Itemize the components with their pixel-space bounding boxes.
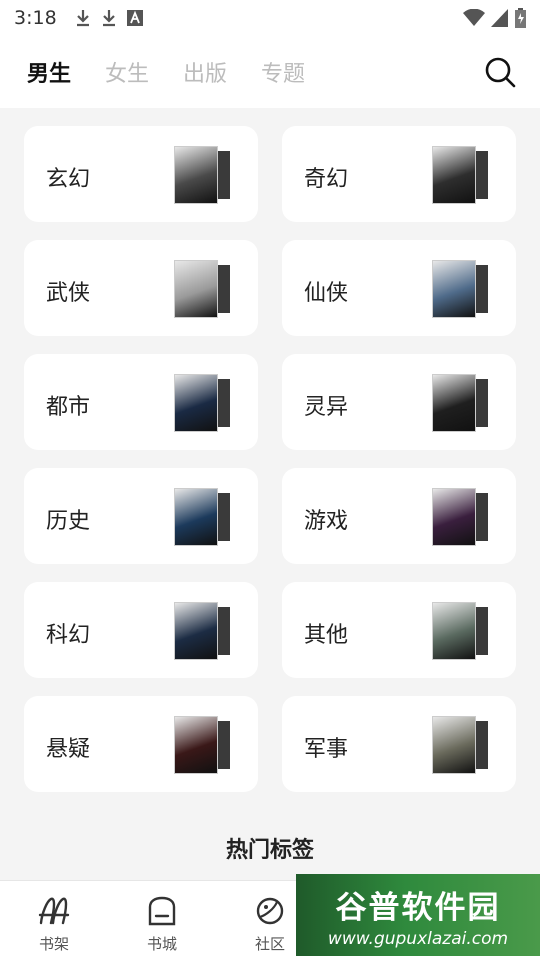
category-card[interactable]: 历史	[24, 468, 258, 564]
a-text-icon	[126, 10, 143, 26]
category-card[interactable]: 游戏	[282, 468, 516, 564]
category-label: 灵异	[304, 395, 349, 420]
category-grid: 玄幻 奇幻武侠 仙侠都市 灵异历史 游戏科幻 其他悬疑 军事	[24, 126, 516, 792]
tab-publish[interactable]: 出版	[183, 56, 227, 88]
category-label: 悬疑	[46, 737, 91, 762]
book-cover-image	[432, 260, 476, 318]
signal-icon	[491, 9, 508, 27]
book-cover-stack	[432, 146, 488, 204]
nav-community-label: 社区	[254, 935, 285, 953]
battery-icon	[515, 8, 526, 28]
category-card[interactable]: 科幻	[24, 582, 258, 678]
book-cover-stack	[174, 602, 230, 660]
bookshelf-icon	[38, 897, 70, 925]
book-cover-back	[216, 607, 230, 655]
watermark-title: 谷普软件园	[335, 889, 501, 926]
top-tab-bar: 男生 女生 出版 专题	[0, 36, 540, 108]
book-cover-image	[432, 716, 476, 774]
book-cover-back	[216, 493, 230, 541]
book-cover-image	[174, 260, 218, 318]
book-cover-stack	[432, 488, 488, 546]
category-card[interactable]: 奇幻	[282, 126, 516, 222]
nav-bookstore[interactable]: 书城	[108, 881, 216, 960]
book-cover-image	[174, 146, 218, 204]
category-card[interactable]: 悬疑	[24, 696, 258, 792]
watermark-url: www.gupuxlazai.com	[327, 928, 509, 949]
category-label: 游戏	[304, 509, 349, 534]
system-icons	[463, 8, 526, 28]
status-bar: 3:18	[0, 0, 540, 36]
tab-male[interactable]: 男生	[27, 56, 71, 88]
site-watermark: 谷普软件园 www.gupuxlazai.com	[296, 874, 540, 956]
book-cover-image	[432, 374, 476, 432]
book-cover-image	[174, 374, 218, 432]
book-cover-stack	[174, 260, 230, 318]
category-card[interactable]: 灵异	[282, 354, 516, 450]
book-cover-back	[474, 721, 488, 769]
download-icon	[102, 10, 115, 27]
category-card[interactable]: 玄幻	[24, 126, 258, 222]
category-label: 科幻	[46, 623, 91, 648]
book-cover-back	[216, 265, 230, 313]
book-cover-image	[174, 488, 218, 546]
category-label: 军事	[304, 737, 349, 762]
book-cover-back	[216, 721, 230, 769]
book-cover-back	[216, 379, 230, 427]
nav-bookstore-label: 书城	[146, 935, 177, 953]
book-cover-back	[474, 607, 488, 655]
notification-icons	[75, 9, 143, 27]
book-cover-stack	[432, 374, 488, 432]
book-cover-stack	[174, 488, 230, 546]
book-cover-stack	[174, 374, 230, 432]
community-icon	[256, 897, 284, 925]
category-label: 武侠	[46, 281, 91, 306]
book-cover-image	[174, 602, 218, 660]
book-cover-image	[432, 146, 476, 204]
category-label: 都市	[46, 395, 91, 420]
hot-tags-title: 热门标签	[225, 838, 314, 863]
book-cover-back	[474, 265, 488, 313]
category-label: 其他	[304, 623, 349, 648]
category-label: 仙侠	[304, 281, 349, 306]
download-icon	[76, 10, 89, 27]
book-cover-stack	[432, 260, 488, 318]
category-card[interactable]: 其他	[282, 582, 516, 678]
book-cover-stack	[174, 146, 230, 204]
nav-bookshelf-label: 书架	[38, 935, 69, 953]
book-cover-stack	[432, 602, 488, 660]
category-label: 历史	[46, 509, 91, 534]
book-cover-stack	[174, 716, 230, 774]
tab-female[interactable]: 女生	[105, 56, 149, 88]
status-time: 3:18	[14, 7, 57, 29]
category-card[interactable]: 仙侠	[282, 240, 516, 336]
category-label: 奇幻	[304, 167, 349, 192]
bookstore-icon	[148, 896, 176, 926]
nav-bookshelf[interactable]: 书架	[0, 881, 108, 960]
book-cover-back	[474, 151, 488, 199]
book-cover-stack	[432, 716, 488, 774]
tab-topics[interactable]: 专题	[261, 56, 305, 88]
category-card[interactable]: 武侠	[24, 240, 258, 336]
category-card[interactable]: 军事	[282, 696, 516, 792]
category-label: 玄幻	[46, 167, 91, 192]
book-cover-back	[474, 379, 488, 427]
book-cover-back	[216, 151, 230, 199]
book-cover-back	[474, 493, 488, 541]
category-card[interactable]: 都市	[24, 354, 258, 450]
wifi-icon	[463, 9, 485, 26]
book-cover-image	[174, 716, 218, 774]
search-icon[interactable]	[484, 56, 516, 88]
book-cover-image	[432, 488, 476, 546]
book-cover-image	[432, 602, 476, 660]
